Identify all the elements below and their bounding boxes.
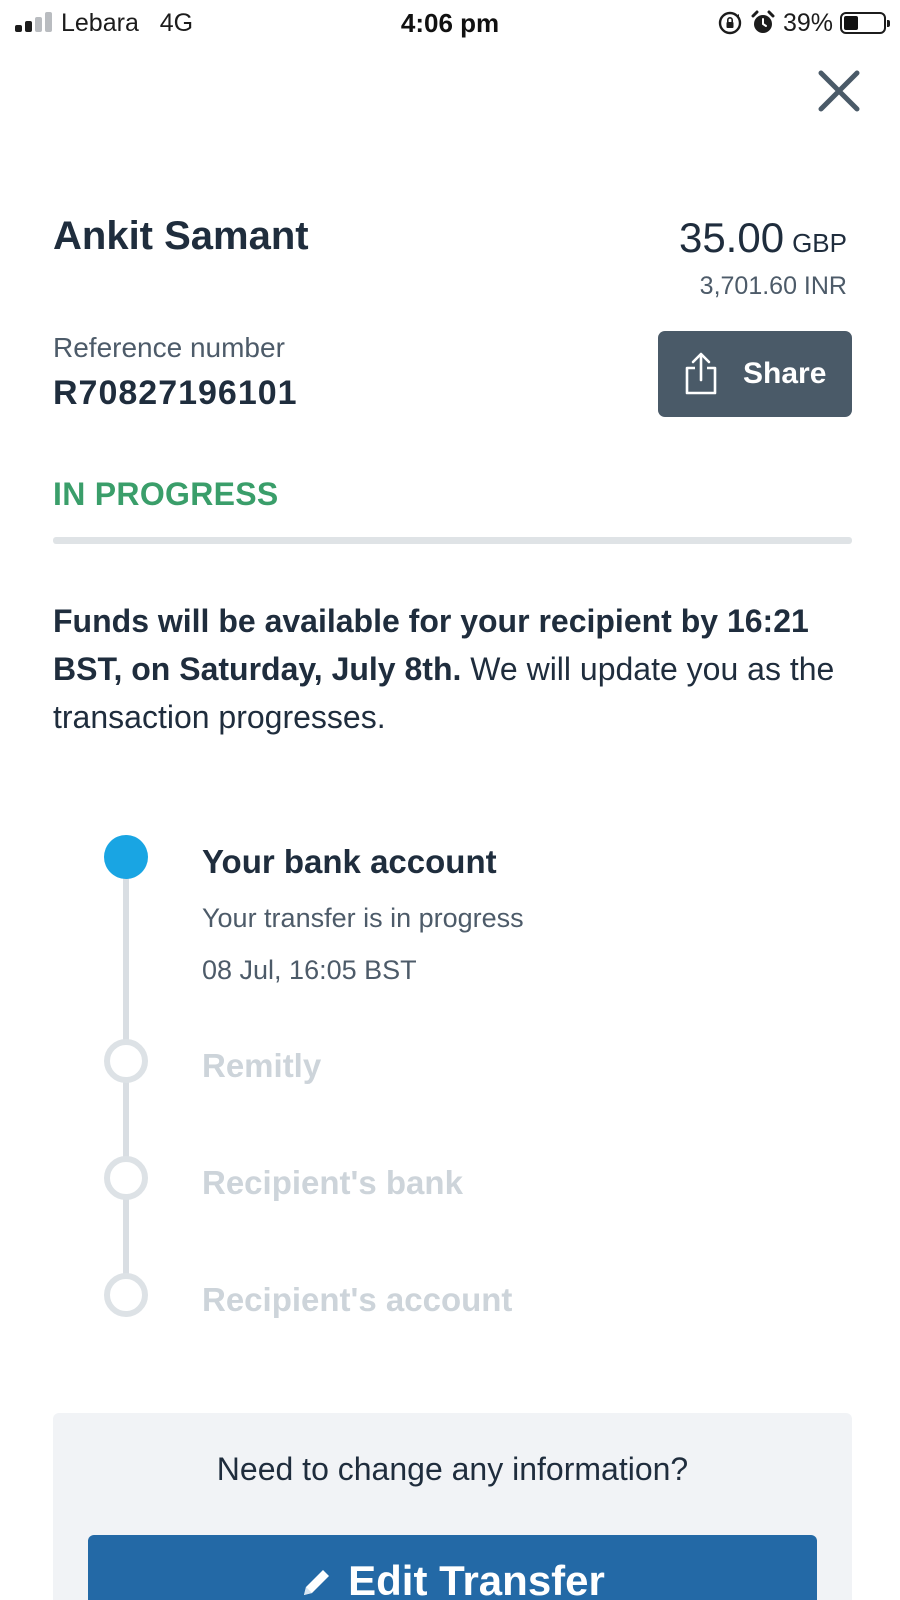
battery-percentage: 39% [782, 8, 833, 37]
alarm-icon [751, 10, 775, 33]
status-bar: Lebara 4G 4:06 pm 39% [0, 0, 900, 46]
timeline-dot-pending [104, 1273, 148, 1317]
change-info-panel: Need to change any information? Edit Tra… [53, 1413, 852, 1600]
timeline-step-detail: Your transfer is in progress [202, 903, 524, 933]
share-label: Share [743, 357, 827, 390]
amount-currency: GBP [792, 228, 847, 258]
change-info-question: Need to change any information? [216, 1451, 689, 1487]
close-icon [818, 70, 860, 112]
recipient-name: Ankit Samant [53, 214, 309, 258]
timeline-step-title: Recipient's bank [202, 1164, 463, 1201]
timeline-step-title: Your bank account [202, 843, 497, 880]
converted-amount: 3,701.60 INR [699, 272, 847, 300]
reference-label: Reference number [53, 332, 285, 363]
timeline-step-time: 08 Jul, 16:05 BST [202, 955, 417, 985]
edit-transfer-label: Edit Transfer [348, 1557, 605, 1600]
timeline-dot-active [104, 835, 148, 879]
timeline-step-title: Remitly [202, 1047, 322, 1084]
timeline-connector [123, 878, 129, 1304]
transfer-status: IN PROGRESS [53, 476, 279, 512]
close-button[interactable] [816, 68, 862, 114]
send-amount: 35.00 GBP [679, 214, 847, 262]
availability-message: Funds will be available for your recipie… [53, 597, 853, 741]
edit-transfer-button[interactable]: Edit Transfer [88, 1535, 817, 1600]
status-indicators: 39% [717, 8, 890, 38]
battery-icon [840, 12, 890, 34]
share-button[interactable]: Share [658, 331, 852, 417]
timeline-step-title: Recipient's account [202, 1281, 513, 1318]
orientation-lock-icon [718, 11, 742, 35]
pencil-icon [304, 1570, 330, 1595]
timeline-dot-pending [104, 1039, 148, 1083]
reference-number: R70827196101 [53, 374, 298, 412]
amount-value: 35.00 [678, 214, 785, 261]
share-icon [685, 352, 717, 395]
status-divider [53, 537, 852, 544]
timeline-dot-pending [104, 1156, 148, 1200]
